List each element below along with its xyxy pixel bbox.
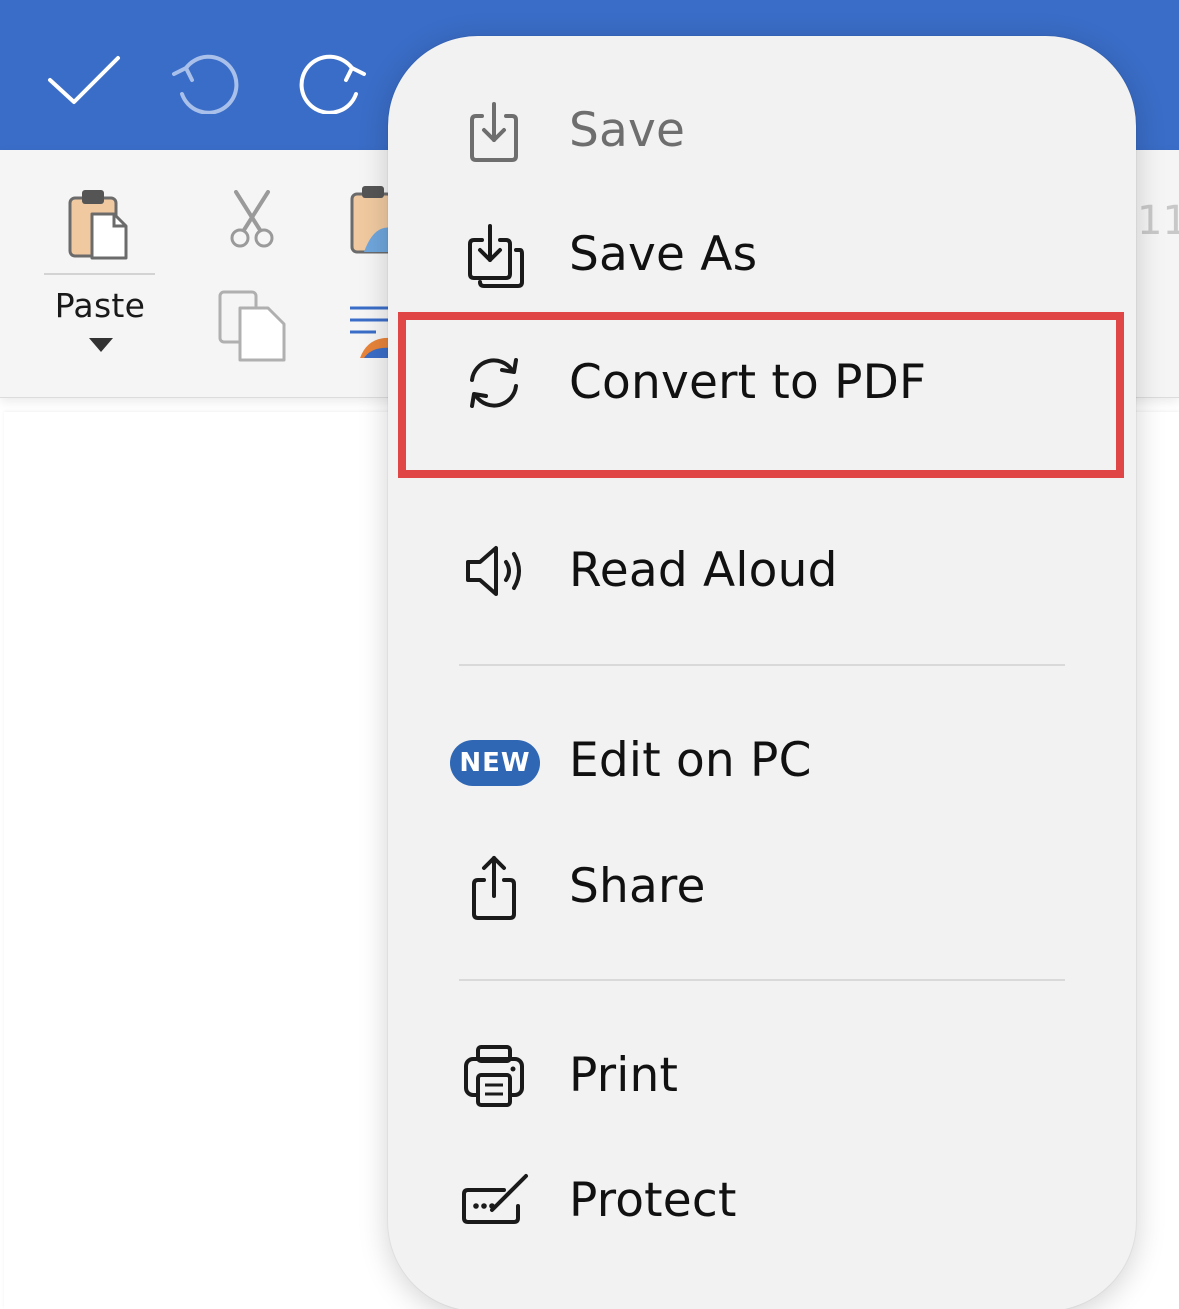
paste-dropdown-caret-icon[interactable] [89,338,113,352]
menu-item-share[interactable]: Share [388,832,1136,942]
menu-item-protect[interactable]: Protect [388,1146,1136,1256]
menu-item-convert-to-pdf[interactable]: Convert to PDF [388,328,1136,438]
redo-icon[interactable] [290,46,370,114]
menu-item-label: Print [569,1048,679,1103]
menu-item-label: Share [569,859,706,914]
file-actions-menu: Save Save As Convert to PDF Read Aloud N… [388,36,1136,1309]
menu-item-label: Edit on PC [569,733,812,788]
menu-item-save-as[interactable]: Save As [388,200,1136,310]
paste-clipboard-icon[interactable] [66,188,130,262]
menu-item-label: Read Aloud [569,543,838,598]
undo-icon[interactable] [168,46,246,114]
menu-separator [459,664,1065,666]
menu-item-label: Convert to PDF [569,355,927,410]
menu-item-read-aloud[interactable]: Read Aloud [388,516,1136,626]
convert-sync-icon [470,358,518,408]
menu-item-print[interactable]: Print [388,1021,1136,1131]
speaker-icon [466,546,521,596]
menu-separator [459,979,1065,981]
new-badge: NEW [450,740,540,786]
paragraph-style-icon[interactable] [346,300,392,360]
menu-item-save[interactable]: Save [388,76,1136,186]
signature-pen-icon [462,1174,528,1224]
paste-divider [44,273,155,275]
checkmark-icon[interactable] [44,50,124,110]
menu-item-edit-on-pc[interactable]: NEW Edit on PC [388,706,1136,816]
font-size-field[interactable]: 11 [1137,198,1179,244]
save-as-icon [468,224,524,288]
menu-item-label: Protect [569,1173,737,1228]
menu-item-label: Save As [569,227,758,282]
menu-item-label: Save [569,103,686,158]
printer-icon [464,1045,524,1107]
copy-icon[interactable] [216,290,288,362]
save-download-icon [470,102,518,162]
cut-scissors-icon[interactable] [226,190,278,250]
share-upload-icon [472,856,516,920]
app-screen: Paste 11 Save Save As Convert to PDF Rea… [0,0,1179,1309]
format-painter-icon[interactable] [348,184,392,256]
paste-button-label[interactable]: Paste [40,286,160,325]
